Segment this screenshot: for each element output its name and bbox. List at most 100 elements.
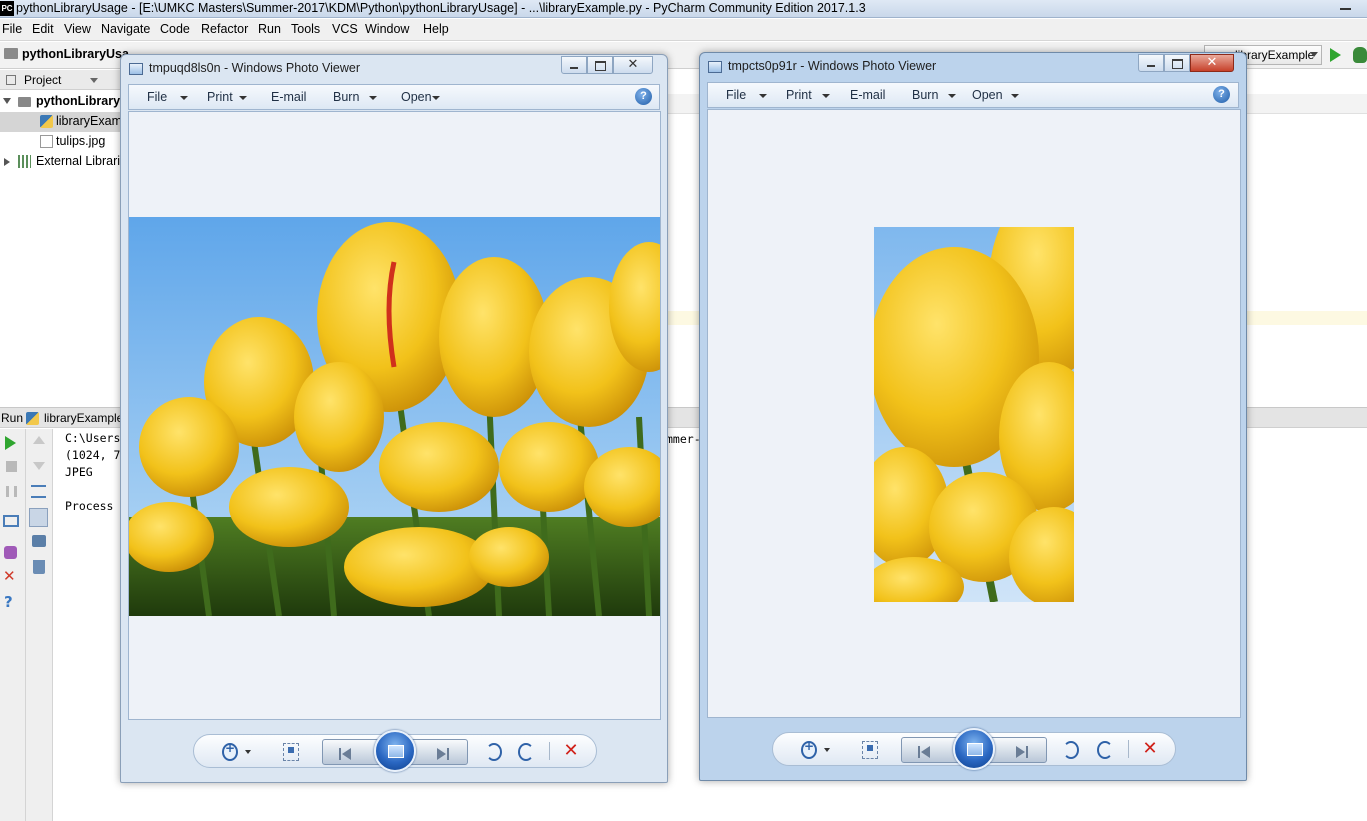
menu-file[interactable]: File <box>147 90 167 104</box>
pycharm-logo-icon: PC <box>0 1 14 16</box>
stop-icon[interactable] <box>6 461 17 472</box>
menu-file[interactable]: File <box>2 22 22 36</box>
scroll-up-icon[interactable] <box>33 436 45 444</box>
layout-icon[interactable] <box>3 515 19 527</box>
zoom-icon[interactable] <box>801 739 817 759</box>
photo-viewer-controls: ✕ <box>193 730 597 772</box>
close-button[interactable]: ✕ <box>613 56 653 74</box>
menu-run[interactable]: Run <box>258 22 281 36</box>
menu-email[interactable]: E-mail <box>271 90 306 104</box>
chevron-down-icon[interactable] <box>822 94 830 98</box>
chevron-down-icon[interactable] <box>90 78 98 83</box>
minimize-button[interactable] <box>1138 54 1164 72</box>
run-play-icon[interactable] <box>1330 48 1341 62</box>
tree-item-project-root[interactable]: pythonLibraryU <box>0 92 122 112</box>
debug-bug-icon[interactable] <box>1353 47 1367 63</box>
photo-viewer-window-left[interactable]: tmpuqd8ls0n - Windows Photo Viewer ✕ Fil… <box>120 54 668 783</box>
python-file-icon <box>26 412 39 425</box>
menu-help[interactable]: Help <box>423 22 449 36</box>
zoom-icon[interactable] <box>222 741 238 761</box>
photo-viewer-title-bar[interactable]: tmpuqd8ls0n - Windows Photo Viewer ✕ <box>121 55 667 83</box>
tree-item-external-libraries[interactable]: External Librarie <box>0 152 122 172</box>
maximize-button[interactable] <box>587 56 613 74</box>
help-icon[interactable]: ? <box>635 88 652 105</box>
chevron-down-icon[interactable] <box>239 96 247 100</box>
plugin-icon[interactable] <box>4 546 17 559</box>
chevron-down-icon[interactable] <box>1011 94 1019 98</box>
delete-icon[interactable]: ✕ <box>1142 740 1158 759</box>
menu-open[interactable]: Open <box>401 90 432 104</box>
menu-tools[interactable]: Tools <box>291 22 320 36</box>
project-pane-title[interactable]: Project <box>24 73 61 87</box>
actual-size-icon[interactable] <box>862 741 878 759</box>
actual-size-icon[interactable] <box>283 743 299 761</box>
next-icon[interactable] <box>1014 746 1028 758</box>
photo-viewer-window-right[interactable]: tmpcts0p91r - Windows Photo Viewer ✕ Fil… <box>699 52 1247 781</box>
minimize-button[interactable] <box>561 56 587 74</box>
chevron-down-icon[interactable] <box>824 748 830 766</box>
rotate-counterclockwise-icon[interactable] <box>1063 741 1079 759</box>
close-icon[interactable]: ✕ <box>3 569 17 584</box>
trash-icon[interactable] <box>33 560 45 574</box>
photo-viewer-title-bar[interactable]: tmpcts0p91r - Windows Photo Viewer ✕ <box>700 53 1246 81</box>
menu-view[interactable]: View <box>64 22 91 36</box>
rerun-icon[interactable] <box>5 436 16 450</box>
run-toolbar-left: ✕ ? <box>0 429 26 821</box>
close-button[interactable]: ✕ <box>1190 54 1234 72</box>
python-file-icon <box>40 115 53 128</box>
menu-burn[interactable]: Burn <box>912 88 938 102</box>
chevron-down-icon[interactable] <box>180 96 188 100</box>
maximize-button[interactable] <box>1164 54 1190 72</box>
divider <box>1128 740 1129 758</box>
previous-icon[interactable] <box>339 748 353 760</box>
photo-canvas[interactable] <box>128 111 661 720</box>
chevron-down-icon[interactable] <box>369 96 377 100</box>
menu-code[interactable]: Code <box>160 22 190 36</box>
pause-icon[interactable] <box>6 486 17 497</box>
menu-email[interactable]: E-mail <box>850 88 885 102</box>
menu-vcs[interactable]: VCS <box>332 22 358 36</box>
tree-item-label: tulips.jpg <box>56 134 106 148</box>
help-icon[interactable]: ? <box>4 595 18 610</box>
console-line-tail: mmer- <box>666 432 701 446</box>
print-icon[interactable] <box>32 535 46 547</box>
rotate-clockwise-icon[interactable] <box>518 743 534 761</box>
scroll-down-icon[interactable] <box>33 462 45 470</box>
chevron-down-icon[interactable] <box>948 94 956 98</box>
rotate-counterclockwise-icon[interactable] <box>486 743 502 761</box>
photo-viewer-title: tmpcts0p91r - Windows Photo Viewer <box>728 59 937 73</box>
breadcrumb-project[interactable]: pythonLibraryUsa <box>22 47 129 61</box>
previous-icon[interactable] <box>918 746 932 758</box>
rotate-clockwise-icon[interactable] <box>1097 741 1113 759</box>
chevron-down-icon[interactable] <box>432 96 440 100</box>
photo-viewer-controls: ✕ <box>772 728 1176 770</box>
slideshow-button[interactable] <box>953 728 995 770</box>
delete-icon[interactable]: ✕ <box>563 742 579 761</box>
menu-edit[interactable]: Edit <box>32 22 54 36</box>
menu-navigate[interactable]: Navigate <box>101 22 150 36</box>
chevron-down-icon[interactable] <box>245 750 251 768</box>
menu-window[interactable]: Window <box>365 22 409 36</box>
close-icon: ✕ <box>627 57 639 72</box>
ide-minimize-button[interactable] <box>1334 0 1358 16</box>
close-icon: ✕ <box>1206 55 1218 70</box>
menu-file[interactable]: File <box>726 88 746 102</box>
libraries-icon <box>18 155 31 168</box>
run-tab-label[interactable]: libraryExample <box>44 411 123 425</box>
tree-item-tulips[interactable]: tulips.jpg <box>0 132 122 152</box>
menu-refactor[interactable]: Refactor <box>201 22 248 36</box>
menu-burn[interactable]: Burn <box>333 90 359 104</box>
scroll-to-end-icon[interactable] <box>29 508 48 527</box>
menu-print[interactable]: Print <box>207 90 233 104</box>
expand-arrow-icon[interactable] <box>4 158 10 166</box>
menu-open[interactable]: Open <box>972 88 1003 102</box>
tree-item-library-example[interactable]: libraryExamp <box>0 112 122 132</box>
slideshow-button[interactable] <box>374 730 416 772</box>
help-icon[interactable]: ? <box>1213 86 1230 103</box>
next-icon[interactable] <box>435 748 449 760</box>
chevron-down-icon[interactable] <box>759 94 767 98</box>
photo-canvas[interactable] <box>707 109 1241 718</box>
menu-print[interactable]: Print <box>786 88 812 102</box>
expand-arrow-icon[interactable] <box>3 98 11 104</box>
soft-wrap-icon[interactable] <box>31 485 46 498</box>
